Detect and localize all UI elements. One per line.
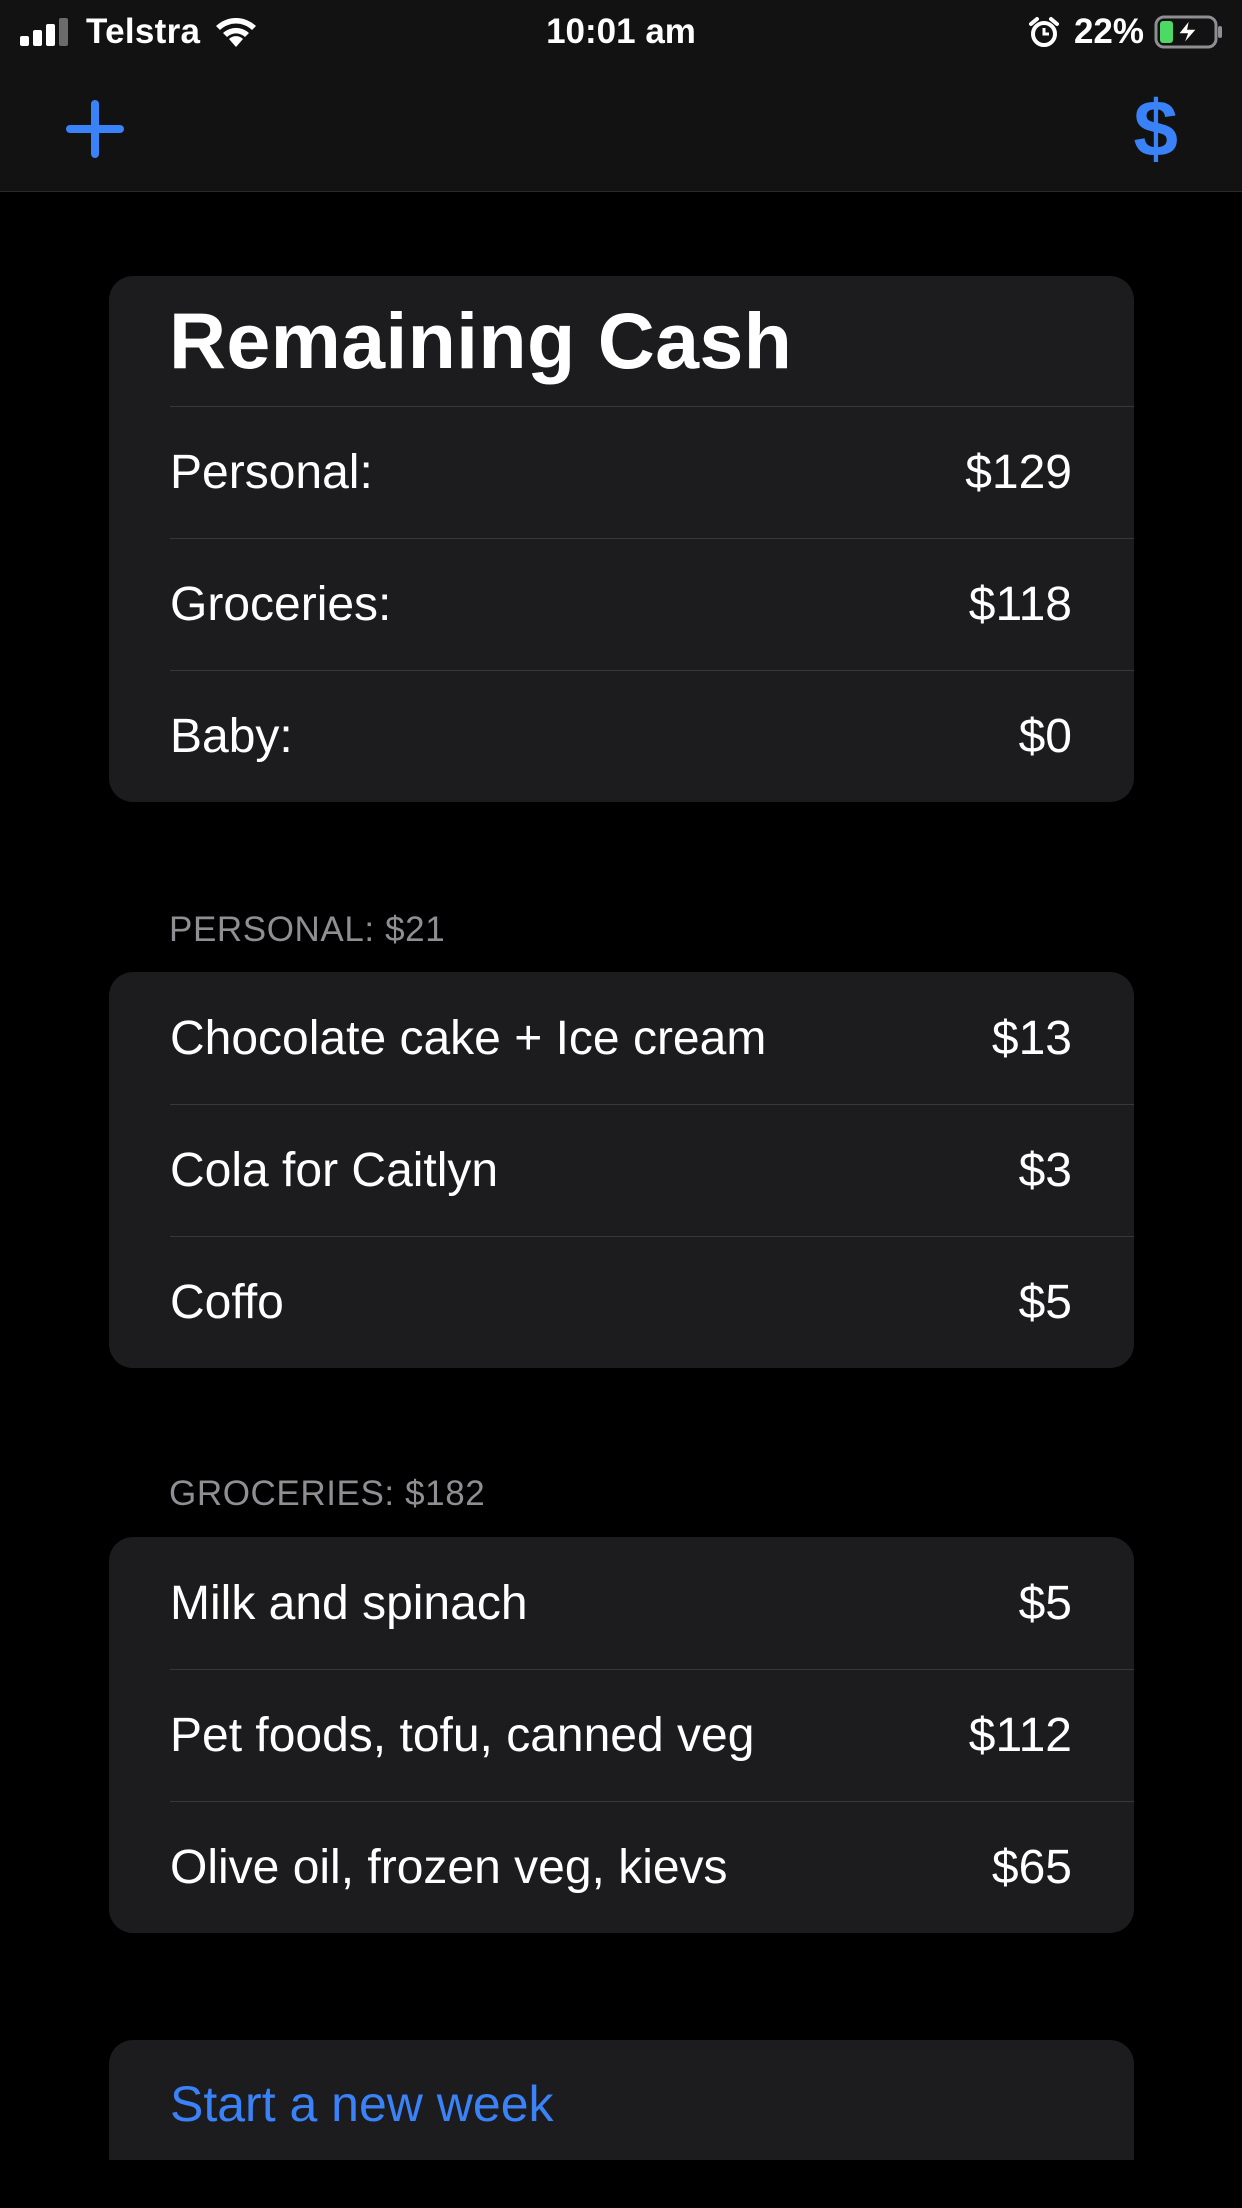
expense-amount: $13 bbox=[991, 1011, 1072, 1065]
summary-row-personal: Personal: $129 bbox=[109, 406, 1134, 538]
summary-label: Personal: bbox=[170, 445, 373, 499]
dollar-button[interactable]: $ bbox=[1134, 84, 1179, 174]
expense-label: Pet foods, tofu, canned veg bbox=[170, 1708, 755, 1762]
expense-amount: $5 bbox=[1018, 1275, 1072, 1329]
remaining-cash-card: Remaining Cash Personal: $129 Groceries:… bbox=[109, 276, 1134, 802]
summary-row-groceries: Groceries: $118 bbox=[109, 538, 1134, 670]
expense-label: Milk and spinach bbox=[170, 1576, 528, 1630]
expense-row[interactable]: Coffo $5 bbox=[109, 1236, 1134, 1368]
expense-row[interactable]: Chocolate cake + Ice cream $13 bbox=[109, 972, 1134, 1104]
summary-label: Groceries: bbox=[170, 577, 392, 631]
start-new-week-label: Start a new week bbox=[170, 2076, 554, 2132]
expense-label: Cola for Caitlyn bbox=[170, 1143, 499, 1197]
expense-amount: $65 bbox=[991, 1840, 1072, 1894]
expense-row[interactable]: Pet foods, tofu, canned veg $112 bbox=[109, 1669, 1134, 1801]
add-expense-button[interactable] bbox=[66, 100, 124, 158]
personal-expenses-card: Chocolate cake + Ice cream $13 Cola for … bbox=[109, 972, 1134, 1368]
start-new-week-button[interactable]: Start a new week bbox=[109, 2040, 1134, 2160]
section-header-personal: PERSONAL: $21 bbox=[169, 910, 446, 949]
expense-amount: $3 bbox=[1018, 1143, 1072, 1197]
summary-label: Baby: bbox=[170, 709, 293, 763]
summary-amount: $0 bbox=[1018, 709, 1072, 763]
expense-amount: $112 bbox=[968, 1708, 1072, 1762]
battery-percent: 22% bbox=[1073, 12, 1144, 51]
expense-label: Chocolate cake + Ice cream bbox=[170, 1011, 767, 1065]
groceries-expenses-card: Milk and spinach $5 Pet foods, tofu, can… bbox=[109, 1537, 1134, 1933]
status-right: 22% bbox=[1028, 10, 1224, 54]
battery-charging-icon bbox=[1154, 15, 1222, 49]
expense-row[interactable]: Olive oil, frozen veg, kievs $65 bbox=[109, 1801, 1134, 1933]
summary-amount: $129 bbox=[965, 445, 1072, 499]
section-header-groceries: GROCERIES: $182 bbox=[169, 1474, 486, 1513]
summary-amount: $118 bbox=[968, 577, 1072, 631]
remaining-cash-title: Remaining Cash bbox=[169, 296, 793, 385]
expense-label: Coffo bbox=[170, 1275, 284, 1329]
nav-bar: $ bbox=[0, 62, 1242, 192]
summary-row-baby: Baby: $0 bbox=[109, 670, 1134, 802]
expense-row[interactable]: Milk and spinach $5 bbox=[109, 1537, 1134, 1669]
expense-amount: $5 bbox=[1018, 1576, 1072, 1630]
expense-row[interactable]: Cola for Caitlyn $3 bbox=[109, 1104, 1134, 1236]
alarm-icon bbox=[1028, 17, 1059, 47]
expense-label: Olive oil, frozen veg, kievs bbox=[170, 1840, 728, 1894]
status-bar: Telstra 10:01 am 22% bbox=[0, 0, 1242, 62]
